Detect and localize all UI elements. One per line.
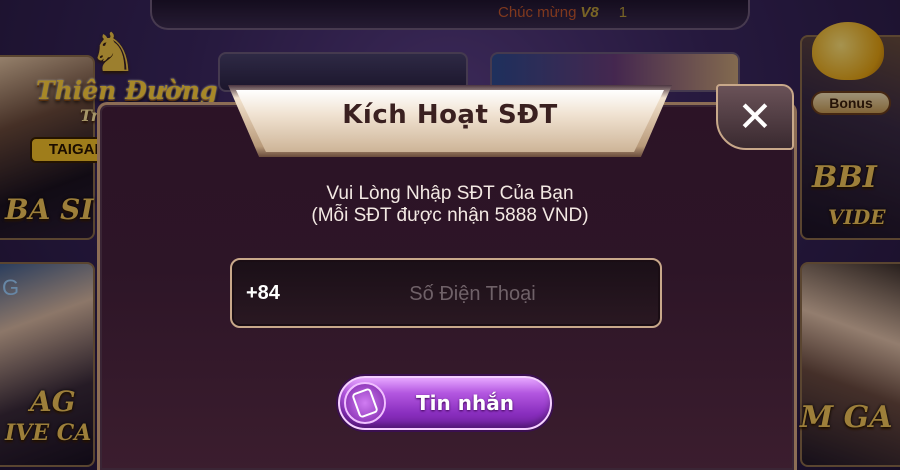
close-button[interactable]: ✕	[716, 84, 794, 150]
close-icon: ✕	[737, 92, 773, 141]
phone-number-input[interactable]	[300, 270, 645, 318]
instruction-line-1: Vui Lòng Nhập SĐT Của Bạn	[326, 183, 574, 204]
phone-message-icon	[344, 382, 386, 424]
dialog-title: Kích Hoạt SĐT	[342, 100, 558, 130]
instruction-line-2: (Mỗi SĐT được nhận 5888 VND)	[311, 205, 589, 226]
phone-shape	[351, 387, 379, 419]
sms-submit-button[interactable]: Tin nhắn	[338, 376, 552, 430]
country-code: +84	[246, 282, 280, 304]
sms-submit-label: Tin nhắn	[416, 391, 514, 415]
